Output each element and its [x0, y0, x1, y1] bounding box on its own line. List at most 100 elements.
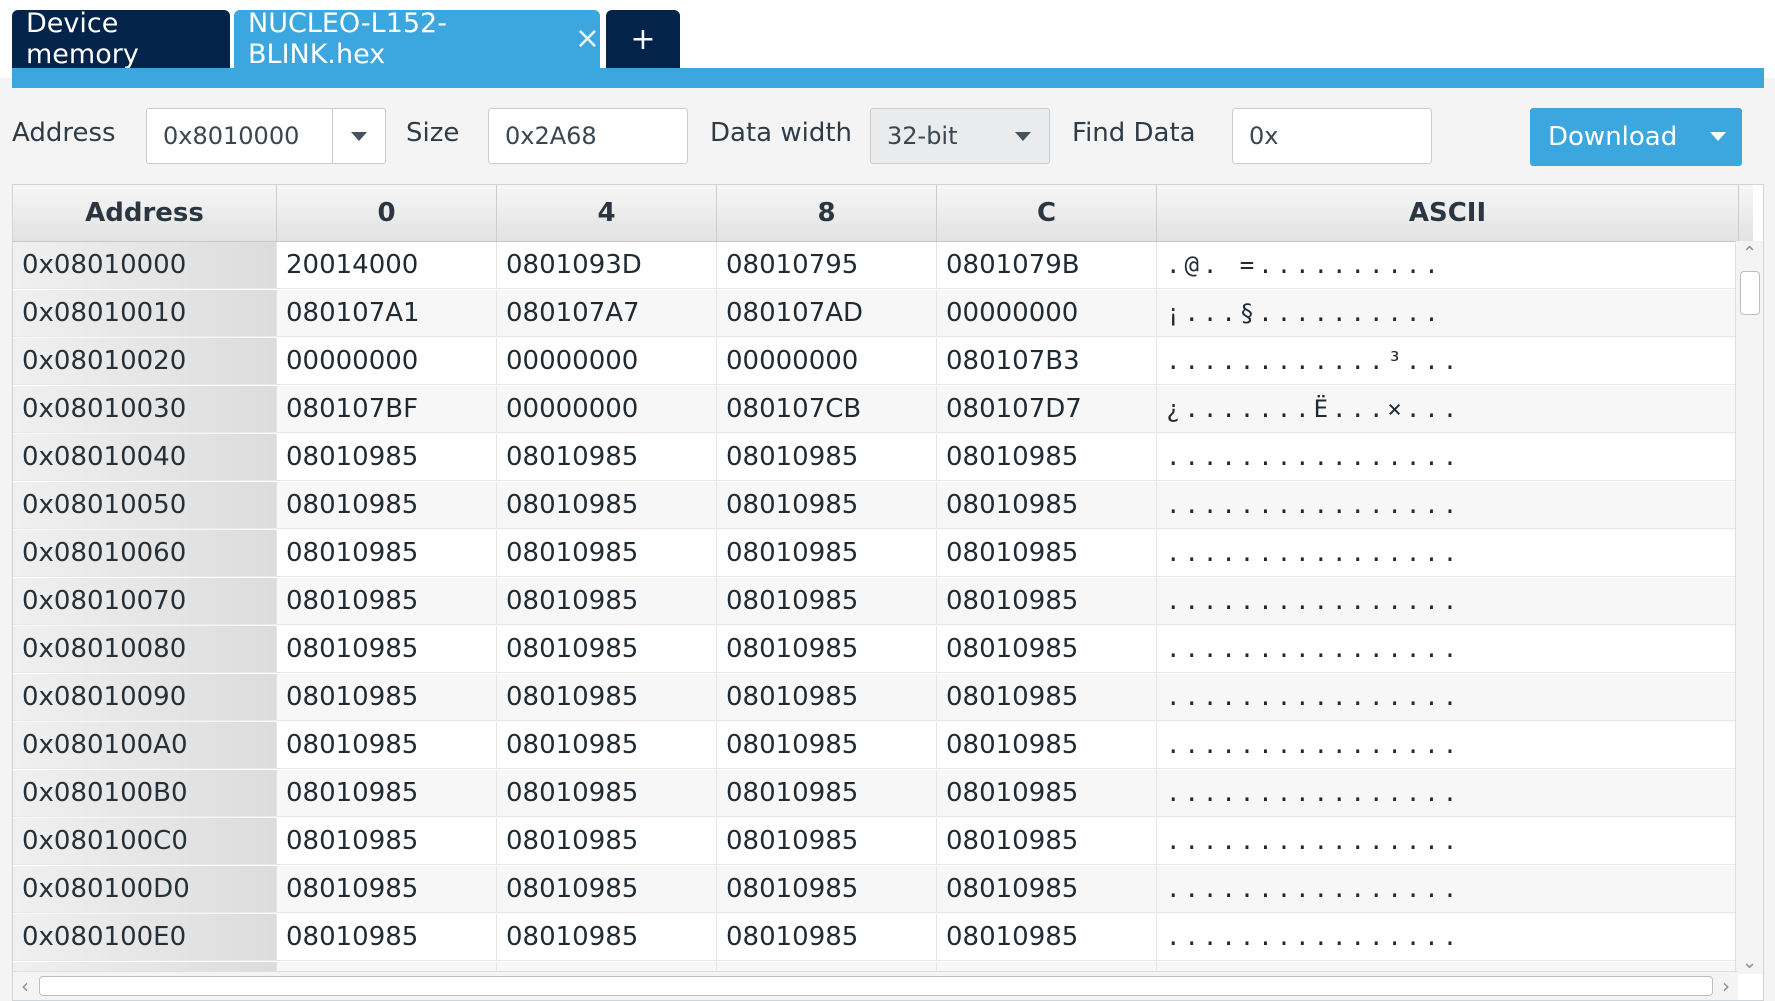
address-combo[interactable]: 0x8010000: [146, 108, 386, 164]
value-cell[interactable]: 080107A1: [277, 290, 497, 337]
arrow-up-icon[interactable]: ⌃: [1736, 241, 1763, 265]
value-cell[interactable]: 08010985: [497, 434, 717, 481]
value-cell[interactable]: 08010985: [937, 770, 1157, 817]
value-cell[interactable]: 00000000: [277, 338, 497, 385]
value-cell[interactable]: 080107CB: [717, 386, 937, 433]
column-header-c[interactable]: C: [937, 185, 1157, 241]
value-cell[interactable]: 08010985: [277, 626, 497, 673]
value-cell[interactable]: 08010985: [277, 482, 497, 529]
value-cell[interactable]: 08010985: [717, 674, 937, 721]
value-cell[interactable]: 080107D7: [937, 386, 1157, 433]
chevron-down-icon[interactable]: [1710, 132, 1726, 141]
value-cell[interactable]: 08010985: [937, 674, 1157, 721]
value-cell[interactable]: 08010985: [277, 818, 497, 865]
value-cell[interactable]: 08010985: [277, 770, 497, 817]
vertical-scrollbar[interactable]: ⌃ ⌄: [1735, 241, 1763, 974]
value-cell[interactable]: 20014000: [277, 242, 497, 289]
column-header-4[interactable]: 4: [497, 185, 717, 241]
value-cell[interactable]: 08010985: [277, 914, 497, 961]
column-header-8[interactable]: 8: [717, 185, 937, 241]
value-cell[interactable]: 08010985: [717, 530, 937, 577]
value-cell[interactable]: 08010985: [277, 434, 497, 481]
value-cell[interactable]: 08010985: [497, 626, 717, 673]
table-row[interactable]: 0x080100D0 08010985 08010985 08010985 080109…: [13, 866, 1738, 914]
value-cell[interactable]: 080107BF: [277, 386, 497, 433]
value-cell[interactable]: 08010985: [937, 866, 1157, 913]
table-row[interactable]: 0x08010070 08010985 08010985 08010985 080109…: [13, 578, 1738, 626]
value-cell[interactable]: 08010795: [717, 242, 937, 289]
value-cell[interactable]: 08010985: [717, 914, 937, 961]
value-cell[interactable]: 08010985: [497, 722, 717, 769]
download-button[interactable]: Download: [1530, 108, 1742, 166]
value-cell[interactable]: 08010985: [717, 722, 937, 769]
value-cell[interactable]: 08010985: [717, 770, 937, 817]
table-row[interactable]: 0x08010030 080107BF 00000000 080107CB 080107…: [13, 386, 1738, 434]
arrow-down-icon[interactable]: ⌄: [1736, 950, 1763, 974]
table-row[interactable]: 0x08010040 08010985 08010985 08010985 080109…: [13, 434, 1738, 482]
value-cell[interactable]: 080107A7: [497, 290, 717, 337]
value-cell[interactable]: 08010985: [497, 914, 717, 961]
value-cell[interactable]: 08010985: [937, 818, 1157, 865]
value-cell[interactable]: 08010985: [717, 866, 937, 913]
table-row[interactable]: 0x080100E0 08010985 08010985 08010985 080109…: [13, 914, 1738, 962]
value-cell[interactable]: 08010985: [937, 578, 1157, 625]
value-cell[interactable]: 08010985: [717, 818, 937, 865]
tab-device-memory[interactable]: Device memory: [12, 8, 230, 70]
data-width-dropdown-button[interactable]: [997, 109, 1049, 163]
value-cell[interactable]: 08010985: [717, 626, 937, 673]
value-cell[interactable]: 00000000: [497, 338, 717, 385]
find-data-input[interactable]: 0x: [1232, 108, 1432, 164]
value-cell[interactable]: 08010985: [717, 482, 937, 529]
value-cell[interactable]: 08010985: [937, 530, 1157, 577]
value-cell[interactable]: 08010985: [277, 674, 497, 721]
value-cell[interactable]: 08010985: [937, 722, 1157, 769]
value-cell[interactable]: 08010985: [277, 530, 497, 577]
table-row[interactable]: 0x08010010 080107A1 080107A7 080107AD 000000…: [13, 290, 1738, 338]
value-cell[interactable]: 08010985: [497, 530, 717, 577]
value-cell[interactable]: 08010985: [937, 626, 1157, 673]
table-row[interactable]: 0x08010050 08010985 08010985 08010985 080109…: [13, 482, 1738, 530]
value-cell[interactable]: 00000000: [497, 386, 717, 433]
address-dropdown-button[interactable]: [332, 109, 385, 163]
value-cell[interactable]: 08010985: [497, 770, 717, 817]
value-cell[interactable]: 08010985: [497, 818, 717, 865]
close-icon[interactable]: ×: [575, 24, 600, 54]
table-row[interactable]: 0x08010090 08010985 08010985 08010985 080109…: [13, 674, 1738, 722]
value-cell[interactable]: 08010985: [937, 482, 1157, 529]
value-cell[interactable]: 080107AD: [717, 290, 937, 337]
table-row[interactable]: 0x08010080 08010985 08010985 08010985 080109…: [13, 626, 1738, 674]
column-header-0[interactable]: 0: [277, 185, 497, 241]
value-cell[interactable]: 08010985: [277, 866, 497, 913]
table-row[interactable]: 0x080100B0 08010985 08010985 08010985 080109…: [13, 770, 1738, 818]
value-cell[interactable]: 08010985: [497, 578, 717, 625]
size-input[interactable]: 0x2A68: [488, 108, 688, 164]
tab-hex-file[interactable]: NUCLEO-L152-BLINK.hex ×: [234, 8, 600, 70]
column-header-ascii[interactable]: ASCII: [1157, 185, 1739, 241]
value-cell[interactable]: 0801093D: [497, 242, 717, 289]
value-cell[interactable]: 08010985: [937, 434, 1157, 481]
data-width-select[interactable]: 32-bit: [870, 108, 1050, 164]
scroll-thumb[interactable]: [39, 976, 1713, 996]
value-cell[interactable]: 08010985: [717, 434, 937, 481]
add-tab-button[interactable]: +: [606, 10, 680, 68]
value-cell[interactable]: 08010985: [937, 914, 1157, 961]
table-row[interactable]: 0x08010020 00000000 00000000 00000000 080107…: [13, 338, 1738, 386]
arrow-right-icon[interactable]: ›: [1714, 972, 1738, 1000]
table-row[interactable]: 0x08010060 08010985 08010985 08010985 080109…: [13, 530, 1738, 578]
arrow-left-icon[interactable]: ‹: [13, 972, 37, 1000]
horizontal-scrollbar[interactable]: ‹ ›: [13, 971, 1738, 1000]
value-cell[interactable]: 00000000: [717, 338, 937, 385]
value-cell[interactable]: 08010985: [717, 578, 937, 625]
column-header-address[interactable]: Address: [13, 185, 277, 241]
value-cell[interactable]: 08010985: [277, 578, 497, 625]
value-cell[interactable]: 08010985: [497, 866, 717, 913]
table-row[interactable]: 0x08010000 20014000 0801093D 08010795 080107…: [13, 242, 1738, 290]
value-cell[interactable]: 08010985: [277, 722, 497, 769]
value-cell[interactable]: 00000000: [937, 290, 1157, 337]
value-cell[interactable]: 080107B3: [937, 338, 1157, 385]
value-cell[interactable]: 08010985: [497, 674, 717, 721]
value-cell[interactable]: 08010985: [497, 482, 717, 529]
value-cell[interactable]: 0801079B: [937, 242, 1157, 289]
table-row[interactable]: 0x080100C0 08010985 08010985 08010985 080109…: [13, 818, 1738, 866]
scroll-thumb[interactable]: [1740, 271, 1760, 315]
